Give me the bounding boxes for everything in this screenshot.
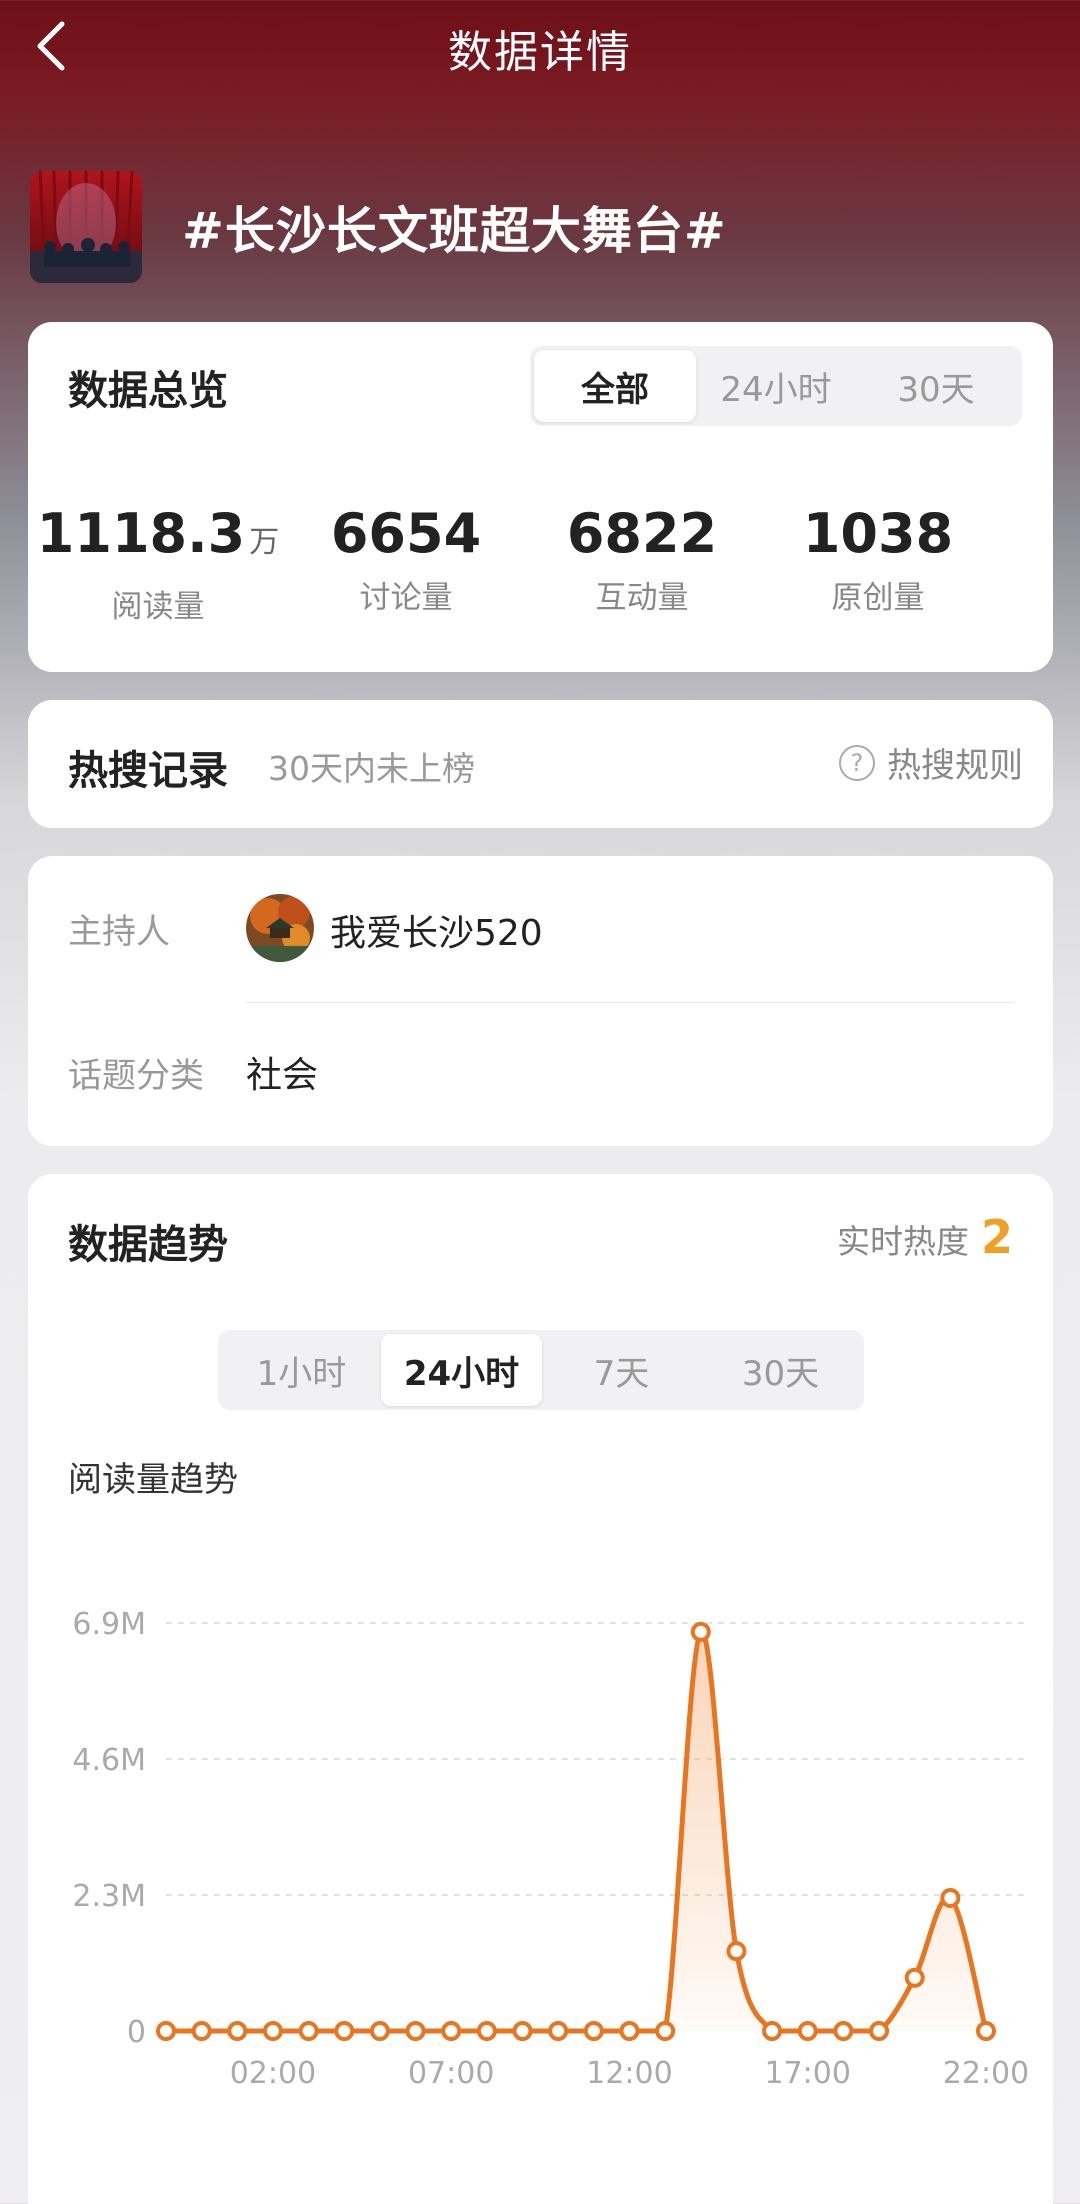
stat-interactions: 6822 互动量	[524, 502, 760, 626]
x-tick-label: 22:00	[943, 2056, 1029, 2091]
data-point[interactable]	[512, 2021, 533, 2041]
data-point[interactable]	[726, 1941, 747, 1962]
hot-search-rules-link[interactable]: ? 热搜规则	[839, 738, 1023, 787]
data-point[interactable]	[690, 1621, 711, 1642]
tab-24h[interactable]: 24小时	[696, 350, 856, 422]
stat-reads-label: 阅读量	[111, 589, 205, 625]
host-name-link[interactable]: 我爱长沙520	[330, 904, 543, 956]
tab-30d[interactable]: 30天	[856, 350, 1016, 422]
stat-discussions: 6654 讨论量	[288, 502, 524, 626]
data-point[interactable]	[548, 2021, 569, 2041]
data-point[interactable]	[262, 2021, 283, 2041]
y-tick-label: 6.9M	[72, 1607, 146, 1642]
data-point[interactable]	[156, 2021, 176, 2041]
hot-search-rules-label: 热搜规则	[887, 746, 1023, 786]
data-point[interactable]	[405, 2021, 426, 2041]
hot-search-card: 热搜记录 30天内未上榜 ? 热搜规则	[28, 700, 1053, 828]
category-value: 社会	[246, 1055, 319, 1096]
data-point[interactable]	[833, 2021, 854, 2041]
y-tick-label: 4.6M	[72, 1743, 146, 1778]
host-label: 主持人	[68, 912, 170, 952]
top-bar: 数据详情	[0, 0, 1080, 92]
page-title: 数据详情	[448, 27, 632, 78]
series-area	[166, 1631, 986, 2031]
x-tick-label: 12:00	[586, 2056, 672, 2091]
overview-stats: 1118.3 万 阅读量 6654 讨论量 6822 互动量 1038 原创量	[28, 502, 1053, 626]
stat-discussions-value: 6654	[330, 502, 482, 565]
topic-thumbnail	[30, 171, 142, 283]
data-point[interactable]	[476, 2021, 497, 2041]
hot-search-title: 热搜记录	[68, 748, 228, 794]
stat-originals-label: 原创量	[831, 580, 925, 616]
data-point[interactable]	[298, 2021, 319, 2041]
data-point[interactable]	[441, 2021, 462, 2041]
topic-info-card: 主持人 我爱长沙520 话题分类 社会	[28, 856, 1053, 1146]
stat-reads-value: 1118.3	[36, 502, 246, 565]
topic-header: #长沙长文班超大舞台#	[30, 170, 1050, 284]
topic-title: #长沙长文班超大舞台#	[182, 202, 727, 260]
data-point[interactable]	[583, 2021, 604, 2041]
data-point[interactable]	[762, 2021, 783, 2041]
data-point[interactable]	[976, 2021, 996, 2041]
data-point[interactable]	[227, 2021, 248, 2041]
data-point[interactable]	[869, 2021, 890, 2041]
data-point[interactable]	[369, 2021, 390, 2041]
overview-range-tabs: 全部 24小时 30天	[530, 346, 1022, 426]
category-label: 话题分类	[68, 1056, 204, 1096]
data-point[interactable]	[334, 2021, 355, 2041]
data-point[interactable]	[619, 2021, 640, 2041]
stat-reads: 1118.3 万 阅读量	[28, 502, 288, 626]
stat-interactions-label: 互动量	[595, 580, 689, 616]
data-point[interactable]	[655, 2021, 676, 2041]
stat-discussions-label: 讨论量	[359, 580, 453, 616]
stat-originals-value: 1038	[802, 502, 954, 565]
overview-title: 数据总览	[68, 368, 228, 414]
series-line	[165, 1629, 989, 2034]
stat-interactions-value: 6822	[566, 502, 718, 565]
data-overview-card: 数据总览 全部 24小时 30天 1118.3 万 阅读量 6654 讨论量 68…	[28, 322, 1053, 672]
tab-all[interactable]: 全部	[534, 350, 696, 422]
data-point[interactable]	[191, 2021, 212, 2041]
x-tick-label: 07:00	[408, 2056, 494, 2091]
stat-reads-unit: 万	[249, 525, 280, 560]
data-point[interactable]	[940, 1887, 961, 1908]
x-tick-label: 02:00	[230, 2056, 316, 2091]
question-circle-icon: ?	[839, 744, 875, 781]
stat-originals: 1038 原创量	[760, 502, 996, 626]
y-tick-label: 2.3M	[72, 1879, 146, 1914]
divider	[246, 1002, 1013, 1003]
read-trend-chart: 0 2.3M 4.6M 6.9M 02:00 07:00 12:00 17:00 22:00	[72, 1607, 1029, 2091]
y-tick-label: 0	[127, 2015, 146, 2050]
data-point[interactable]	[904, 1967, 925, 1988]
data-trend-card: 数据趋势 实时热度 2 1小时 24小时 7天 30天 阅读量趋势 0 2.3M 4…	[28, 1174, 1053, 2204]
avatar[interactable]	[246, 894, 314, 962]
data-point[interactable]	[797, 2021, 818, 2041]
hot-search-status: 30天内未上榜	[268, 749, 475, 788]
x-tick-label: 17:00	[765, 2056, 851, 2091]
